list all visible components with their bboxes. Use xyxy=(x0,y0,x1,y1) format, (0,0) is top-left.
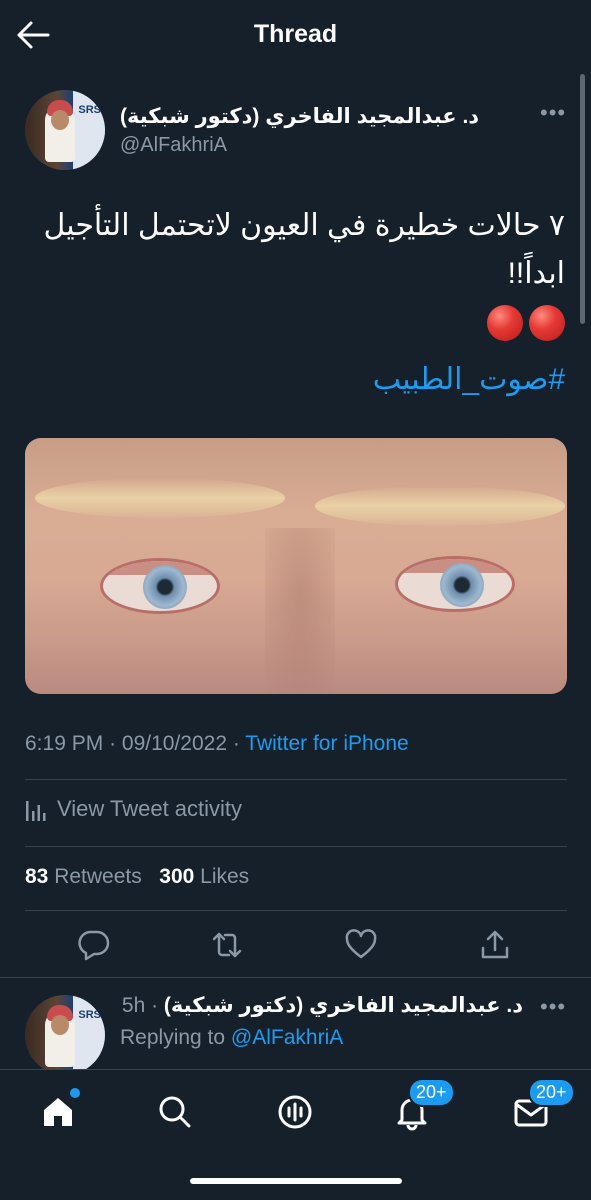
likes-stat[interactable]: 300 Likes xyxy=(159,865,249,888)
tab-search[interactable] xyxy=(155,1092,195,1132)
red-circle-emojis xyxy=(487,305,565,341)
replying-to-handle[interactable]: @AlFakhriA xyxy=(231,1026,343,1049)
tweet-text: ٧ حالات خطيرة في العيون لاتحتمل التأجيل … xyxy=(43,209,565,290)
tab-spaces[interactable] xyxy=(275,1092,315,1132)
divider xyxy=(25,846,567,847)
author-name[interactable]: د. عبدالمجيد الفاخري (دكتور شبكية) xyxy=(120,104,479,129)
retweets-stat[interactable]: 83 Retweets xyxy=(25,865,142,888)
divider xyxy=(0,977,591,978)
replying-to: Replying to @AlFakhriA xyxy=(120,1026,344,1049)
red-circle-icon xyxy=(529,305,565,341)
reply-author-name: د. عبدالمجيد الفاخري (دكتور شبكية) xyxy=(163,994,523,1017)
reply-author-line[interactable]: د. عبدالمجيد الفاخري (دكتور شبكية) · 5h xyxy=(122,993,523,1018)
view-activity-button[interactable]: View Tweet activity xyxy=(25,796,242,822)
reply-avatar[interactable]: SRS xyxy=(25,995,105,1075)
tab-home[interactable] xyxy=(38,1088,80,1132)
tweet-source-link[interactable]: Twitter for iPhone xyxy=(245,732,408,755)
top-header: Thread xyxy=(0,0,591,70)
tweet-actions xyxy=(0,922,591,966)
avatar[interactable]: SRS xyxy=(25,90,105,170)
notifications-badge: 20+ xyxy=(408,1078,455,1107)
scrollbar[interactable] xyxy=(580,74,585,324)
spaces-icon xyxy=(278,1095,312,1129)
more-options-icon[interactable]: ••• xyxy=(540,100,566,126)
home-indicator[interactable] xyxy=(190,1178,402,1184)
retweet-icon[interactable] xyxy=(210,928,244,962)
divider xyxy=(25,779,567,780)
home-notification-dot xyxy=(70,1088,80,1098)
tweet-stats: 83 Retweets 300 Likes xyxy=(25,865,249,889)
tab-messages[interactable]: 20+ xyxy=(512,1078,575,1132)
analytics-icon xyxy=(26,801,46,821)
tweet-photo[interactable] xyxy=(25,438,567,694)
home-icon xyxy=(44,1098,72,1126)
tab-notifications[interactable]: 20+ xyxy=(392,1078,455,1132)
divider xyxy=(25,910,567,911)
view-activity-label: View Tweet activity xyxy=(57,796,243,821)
red-circle-icon xyxy=(487,305,523,341)
tweet-meta: 6:19 PM · 09/10/2022 · Twitter for iPhon… xyxy=(25,732,409,755)
reply-time: 5h xyxy=(121,994,146,1017)
tweet-time: 6:19 PM xyxy=(25,732,104,755)
author-handle[interactable]: @AlFakhriA xyxy=(120,134,227,157)
tweet-date: 09/10/2022 xyxy=(121,732,227,755)
messages-badge: 20+ xyxy=(528,1078,575,1107)
hashtag-link[interactable]: #صوت_الطبيب xyxy=(373,362,565,397)
search-icon xyxy=(159,1096,191,1128)
reply-more-options-icon[interactable]: ••• xyxy=(540,994,566,1020)
like-icon[interactable] xyxy=(344,928,378,962)
share-icon[interactable] xyxy=(478,928,512,962)
reply-icon[interactable] xyxy=(77,928,111,962)
page-title: Thread xyxy=(253,20,338,48)
